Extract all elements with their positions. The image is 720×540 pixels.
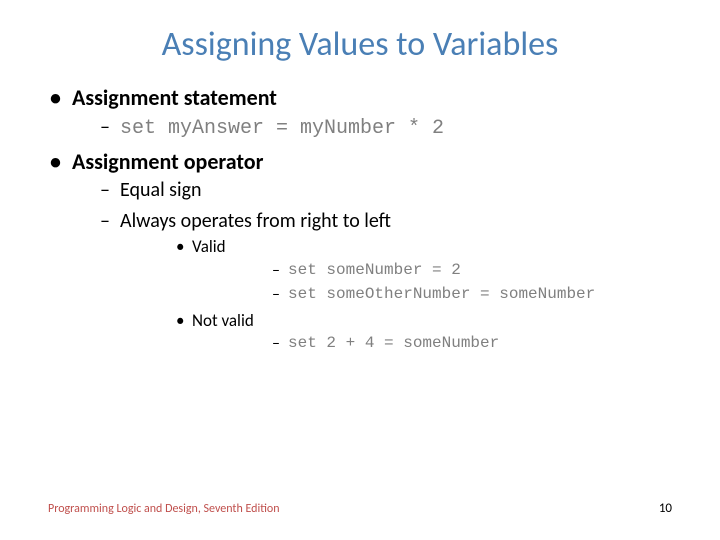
bullet-assignment-statement: Assignment statement set myAnswer = myNu…: [48, 83, 672, 143]
code-valid-2: set someOtherNumber = someNumber: [192, 283, 672, 306]
code-text: set 2 + 4 = someNumber: [288, 334, 499, 352]
bullet-text: Assignment operator: [72, 148, 263, 175]
slide: Assigning Values to Variables Assignment…: [0, 0, 720, 540]
code-text: set someNumber = 2: [288, 261, 461, 279]
page-number: 10: [659, 501, 672, 516]
code-valid-1: set someNumber = 2: [192, 259, 672, 282]
bullet-text: Assignment statement: [72, 84, 277, 111]
bullet-text: Not valid: [192, 310, 254, 331]
slide-title: Assigning Values to Variables: [48, 24, 672, 65]
bullet-text: Equal sign: [120, 178, 202, 202]
sub-bullet-code-example: set myAnswer = myNumber * 2: [72, 113, 672, 143]
code-text: set myAnswer = myNumber * 2: [120, 117, 444, 140]
bullet-text: Always operates from right to left: [120, 209, 391, 233]
sub-bullet-equal-sign: Equal sign: [72, 176, 672, 204]
footer-book-title: Programming Logic and Design, Seventh Ed…: [48, 502, 280, 516]
bullet-assignment-operator: Assignment operator Equal sign Always op…: [48, 147, 672, 356]
code-text: set someOtherNumber = someNumber: [288, 285, 595, 303]
bullet-list: Assignment statement set myAnswer = myNu…: [48, 83, 672, 356]
code-not-valid-1: set 2 + 4 = someNumber: [192, 332, 672, 355]
sub-bullet-right-to-left: Always operates from right to left Valid…: [72, 207, 672, 355]
bullet-text: Valid: [192, 236, 226, 257]
sub-bullet-valid: Valid set someNumber = 2 set someOtherNu…: [120, 235, 672, 306]
sub-bullet-not-valid: Not valid set 2 + 4 = someNumber: [120, 309, 672, 356]
